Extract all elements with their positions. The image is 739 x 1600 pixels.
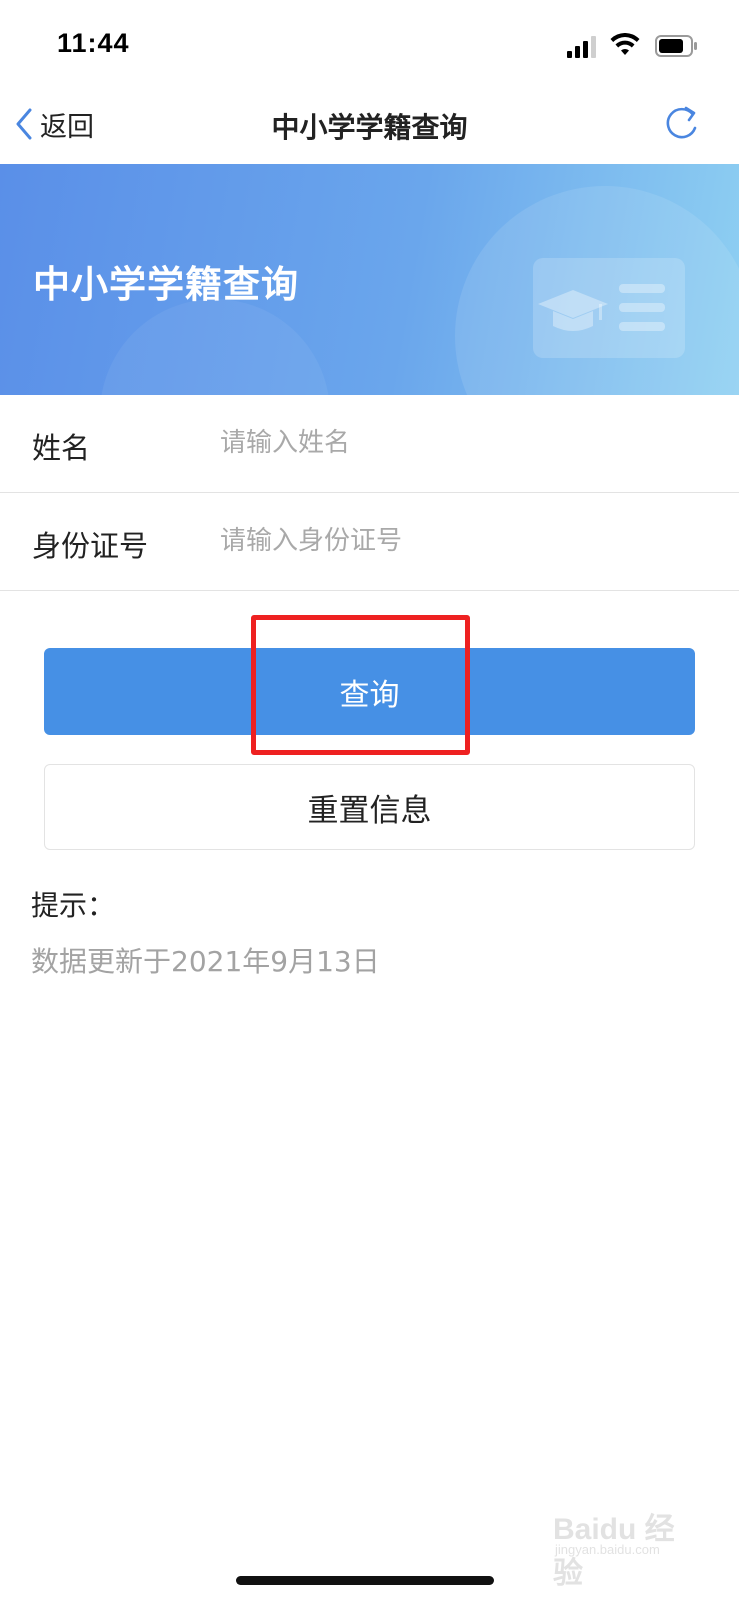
page-title: 中小学学籍查询 bbox=[271, 111, 468, 144]
banner: 中小学学籍查询 bbox=[0, 164, 739, 395]
banner-decoration bbox=[100, 299, 330, 395]
wifi-icon bbox=[610, 33, 640, 55]
home-indicator[interactable] bbox=[236, 1576, 494, 1585]
banner-title: 中小学学籍查询 bbox=[33, 263, 299, 306]
battery-icon bbox=[655, 35, 697, 57]
baidu-watermark-logo: Baidu 经验 jingyan.baidu.com bbox=[553, 1502, 703, 1590]
reset-button[interactable]: 重置信息 bbox=[44, 764, 695, 850]
id-number-input[interactable] bbox=[220, 517, 700, 565]
student-id-card-icon bbox=[533, 258, 685, 358]
refresh-icon[interactable] bbox=[662, 102, 702, 142]
tip-title: 提示： bbox=[31, 889, 116, 922]
id-number-row: 身份证号 bbox=[0, 493, 739, 591]
status-time: 11:44 bbox=[57, 28, 130, 58]
cellular-signal-icon bbox=[567, 36, 596, 58]
tip-text: 数据更新于2021年9月13日 bbox=[31, 945, 380, 978]
status-bar: 11:44 bbox=[0, 0, 739, 92]
id-number-label: 身份证号 bbox=[32, 529, 149, 563]
name-label: 姓名 bbox=[32, 431, 91, 465]
watermark-sub: jingyan.baidu.com bbox=[555, 1542, 660, 1557]
annotation-highlight-box bbox=[251, 615, 470, 755]
name-row: 姓名 bbox=[0, 395, 739, 493]
name-input[interactable] bbox=[220, 419, 700, 467]
nav-bar: 返回 中小学学籍查询 bbox=[0, 92, 739, 164]
